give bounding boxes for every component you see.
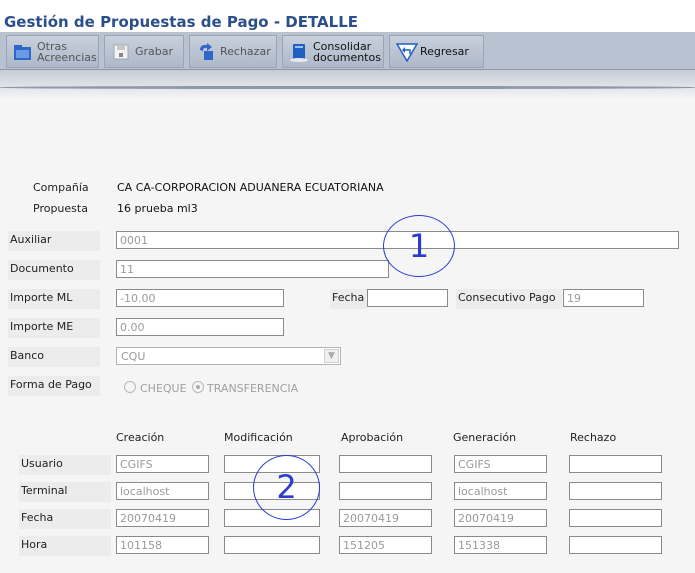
save-icon (111, 42, 131, 62)
col-generacion: Generación (453, 431, 517, 444)
importe-me-label: Importe ME (8, 318, 100, 338)
importe-ml-label: Importe ML (8, 289, 100, 309)
compania-value: CA CA-CORPORACION ADUANERA ECUATORIANA (117, 181, 384, 194)
row-usuario-label: Usuario (19, 455, 111, 475)
fecha-generacion-field[interactable]: 20070419 (454, 509, 547, 527)
col-modificacion: Modificación (224, 431, 293, 444)
banco-label: Banco (8, 347, 100, 367)
radio-transferencia-label: TRANSFERENCIA (207, 382, 299, 395)
reject-icon (196, 42, 216, 62)
hora-generacion-field[interactable]: 151338 (454, 536, 547, 554)
folder-icon (13, 42, 33, 62)
fecha-field[interactable] (367, 289, 448, 307)
rechazar-label: Rechazar (220, 45, 271, 58)
compania-label: Compañía (33, 181, 89, 194)
col-creacion: Creación (116, 431, 165, 444)
fecha-label: Fecha (330, 289, 367, 309)
radio-cheque[interactable] (124, 381, 136, 393)
toolbar: Otras Acreencias Grabar Rechazar Consoli… (0, 32, 695, 70)
rechazar-button[interactable]: Rechazar (189, 35, 277, 68)
fecha-aprobacion-field[interactable]: 20070419 (339, 509, 432, 527)
propuesta-value: 16 prueba ml3 (117, 202, 198, 215)
terminal-rechazo-field[interactable] (569, 482, 662, 500)
terminal-aprobacion-field[interactable] (339, 482, 432, 500)
page-title: Gestión de Propuestas de Pago - DETALLE (4, 13, 359, 31)
propuesta-label: Propuesta (33, 202, 88, 215)
grabar-label: Grabar (135, 45, 174, 58)
header-divider (0, 86, 695, 89)
banco-select[interactable]: CQU ▼ (116, 347, 341, 365)
radio-cheque-label: CHEQUE (140, 382, 187, 395)
col-rechazo: Rechazo (570, 431, 617, 444)
back-arrow-icon (395, 42, 419, 62)
regresar-button[interactable]: Regresar (389, 35, 484, 68)
fecha-rechazo-field[interactable] (569, 509, 662, 527)
otras-acreencias-label: Otras Acreencias (37, 39, 97, 64)
forma-pago-label: Forma de Pago (8, 376, 100, 396)
terminal-creacion-field[interactable]: localhost (116, 482, 209, 500)
consolidar-label: Consolidar documentos (313, 39, 381, 64)
importe-me-field[interactable]: 0.00 (116, 318, 284, 336)
hora-rechazo-field[interactable] (569, 536, 662, 554)
documento-field[interactable]: 11 (116, 260, 389, 278)
auxiliar-label: Auxiliar (8, 231, 100, 251)
hora-aprobacion-field[interactable]: 151205 (339, 536, 432, 554)
hora-modificacion-field[interactable] (224, 536, 320, 554)
consolidar-documentos-button[interactable]: Consolidar documentos (282, 35, 384, 68)
importe-ml-field[interactable]: -10.00 (116, 289, 284, 307)
row-terminal-label: Terminal (19, 482, 111, 502)
row-hora-label: Hora (19, 536, 111, 556)
banco-selected-value: CQU (121, 350, 146, 363)
radio-transferencia[interactable] (192, 381, 204, 393)
consecutivo-pago-label: Consecutivo Pago (456, 289, 562, 309)
otras-acreencias-button[interactable]: Otras Acreencias (6, 35, 99, 68)
book-icon (289, 42, 309, 62)
annotation-circle-1: 1 (383, 215, 455, 277)
usuario-generacion-field[interactable]: CGIFS (454, 455, 547, 473)
usuario-aprobacion-field[interactable] (339, 455, 432, 473)
col-aprobacion: Aprobación (341, 431, 404, 444)
detail-panel (0, 100, 695, 573)
annotation-circle-2: 2 (253, 455, 320, 520)
documento-label: Documento (8, 260, 100, 280)
title-bar: Gestión de Propuestas de Pago - DETALLE (0, 0, 695, 32)
fecha-creacion-field[interactable]: 20070419 (116, 509, 209, 527)
grabar-button[interactable]: Grabar (104, 35, 184, 68)
chevron-down-icon[interactable]: ▼ (324, 349, 339, 363)
row-fecha-label: Fecha (19, 509, 111, 529)
hora-creacion-field[interactable]: 101158 (116, 536, 209, 554)
regresar-label: Regresar (420, 45, 469, 58)
usuario-creacion-field[interactable]: CGIFS (116, 455, 209, 473)
consecutivo-pago-field[interactable]: 19 (563, 289, 644, 307)
usuario-rechazo-field[interactable] (569, 455, 662, 473)
terminal-generacion-field[interactable]: localhost (454, 482, 547, 500)
